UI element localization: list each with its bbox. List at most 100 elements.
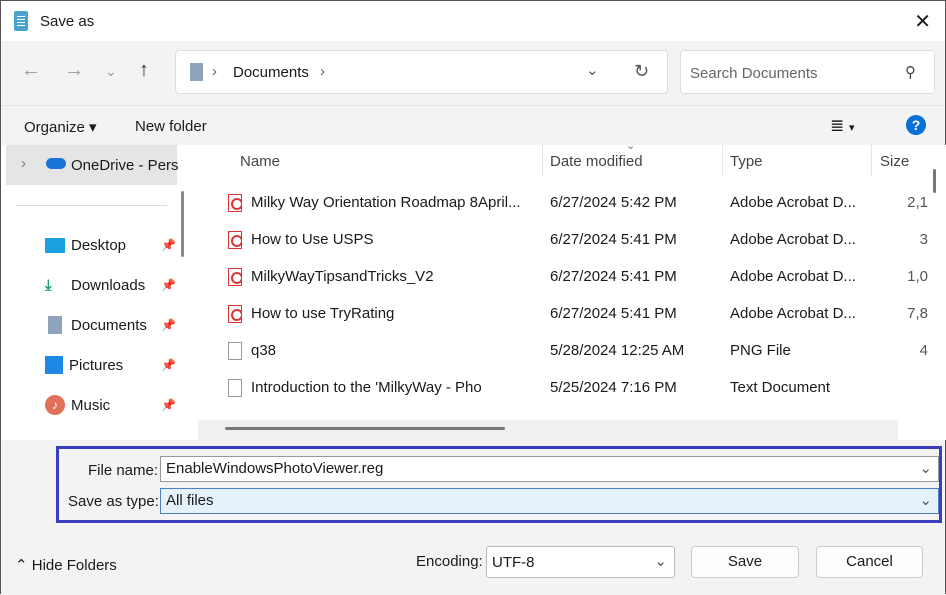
chevron-right-icon: › [212, 63, 217, 80]
refresh-icon[interactable]: ↻ [634, 61, 649, 82]
file-name: q38 [251, 342, 277, 359]
sidebar-item-label: Pictures [69, 356, 124, 374]
desktop-icon [45, 237, 65, 253]
sort-chevron-icon: ⌄ [626, 145, 636, 152]
column-header-type[interactable]: Type [730, 153, 763, 170]
pdf-file-icon [228, 268, 242, 286]
hide-folders-button[interactable]: ⌃ Hide Folders [15, 556, 117, 574]
close-button[interactable]: ✕ [914, 9, 931, 34]
file-type: Adobe Acrobat D... [730, 268, 856, 285]
pictures-icon [45, 356, 63, 374]
file-row[interactable]: How to Use USPS 6/27/2024 5:41 PM Adobe … [198, 221, 928, 258]
vertical-scrollbar-thumb[interactable] [933, 169, 936, 193]
title-bar: Save as ✕ [1, 1, 945, 41]
save-form: File name: EnableWindowsPhotoViewer.reg ⌄… [1, 440, 945, 595]
file-name-input[interactable]: EnableWindowsPhotoViewer.reg ⌄ [160, 456, 939, 482]
file-name: How to Use USPS [251, 231, 374, 248]
file-name: MilkyWayTipsandTricks_V2 [251, 268, 434, 285]
horizontal-scrollbar-thumb[interactable] [225, 427, 505, 430]
highlight-box: File name: EnableWindowsPhotoViewer.reg ⌄… [56, 446, 942, 523]
organize-label: Organize [24, 119, 85, 136]
organize-button[interactable]: Organize ▾ [24, 118, 97, 136]
file-date: 6/27/2024 5:42 PM [550, 194, 677, 211]
file-date: 5/28/2024 12:25 AM [550, 342, 685, 359]
chevron-up-icon: ⌃ [15, 557, 28, 574]
encoding-value: UTF-8 [492, 554, 535, 571]
file-name: Milky Way Orientation Roadmap 8April... [251, 194, 521, 211]
file-row[interactable]: How to use TryRating 6/27/2024 5:41 PM A… [198, 295, 928, 332]
chevron-down-icon[interactable]: ⌄ [586, 61, 599, 79]
sidebar-item-pictures[interactable]: Pictures 📌 [45, 350, 180, 380]
column-header-size[interactable]: Size [880, 153, 909, 170]
sidebar-item-desktop[interactable]: Desktop 📌 [45, 230, 180, 260]
save-button[interactable]: Save [691, 546, 799, 578]
file-name-value: EnableWindowsPhotoViewer.reg [166, 460, 384, 477]
sidebar-item-onedrive[interactable]: › OneDrive - Pers [6, 145, 179, 185]
new-folder-button[interactable]: New folder [135, 118, 207, 135]
column-header-name[interactable]: Name [240, 153, 280, 170]
music-icon: ♪ [45, 395, 65, 415]
back-button[interactable]: ← [21, 59, 41, 82]
file-size: 1,0 [907, 268, 928, 285]
pin-icon: 📌 [161, 318, 176, 332]
search-placeholder: Search Documents [690, 65, 818, 82]
hide-folders-label: Hide Folders [31, 557, 117, 574]
text-file-icon [228, 379, 242, 397]
help-button[interactable]: ? [906, 115, 926, 135]
up-button[interactable]: ↑ [139, 59, 149, 82]
encoding-select[interactable]: UTF-8 ⌄ [486, 546, 675, 578]
file-date: 5/25/2024 7:16 PM [550, 379, 677, 396]
file-type: Adobe Acrobat D... [730, 305, 856, 322]
file-list: Name ⌄ Date modified Type Size Milky Way… [198, 145, 946, 440]
onedrive-icon [46, 158, 66, 169]
file-size: 7,8 [907, 305, 928, 322]
chevron-right-icon[interactable]: › [320, 63, 325, 80]
file-date: 6/27/2024 5:41 PM [550, 268, 677, 285]
file-size: 4 [919, 342, 928, 359]
pin-icon: 📌 [161, 398, 176, 412]
column-header-date[interactable]: Date modified [550, 153, 643, 170]
sidebar-item-label: Documents [71, 316, 147, 334]
view-options-button[interactable]: ≣ ▾ [830, 116, 855, 136]
sidebar-item-downloads[interactable]: ⤓ Downloads 📌 [45, 270, 180, 300]
navigation-bar: ← → ⌄ ↑ › Documents › ⌄ ↻ Search Documen… [1, 41, 945, 105]
sidebar-item-label: Desktop [71, 236, 127, 254]
sidebar-item-music[interactable]: ♪ Music 📌 [45, 390, 180, 420]
divider [16, 205, 167, 206]
forward-button[interactable]: → [64, 59, 84, 82]
navigation-pane: › OneDrive - Pers Desktop 📌 ⤓ Downloads 📌 D… [1, 145, 198, 440]
horizontal-scrollbar-track [198, 420, 898, 440]
cancel-button[interactable]: Cancel [816, 546, 923, 578]
file-type: Adobe Acrobat D... [730, 194, 856, 211]
file-name-label: File name: [88, 462, 159, 479]
notepad-icon [14, 11, 28, 31]
file-type: Text Document [730, 379, 831, 396]
file-name: Introduction to the 'MilkyWay - Pho [251, 379, 482, 396]
file-row[interactable]: Introduction to the 'MilkyWay - Pho 5/25… [198, 369, 898, 406]
save-as-type-label: Save as type: [68, 493, 159, 510]
sidebar-item-label: Music [71, 396, 111, 414]
sidebar-scrollbar[interactable] [181, 191, 184, 257]
encoding-label: Encoding: [416, 553, 483, 570]
chevron-down-icon[interactable]: ⌄ [919, 459, 932, 477]
pin-icon: 📌 [161, 358, 176, 372]
file-row[interactable]: MilkyWayTipsandTricks_V2 6/27/2024 5:41 … [198, 258, 928, 295]
file-row[interactable]: q38 5/28/2024 12:25 AM PNG File 4 [198, 332, 928, 369]
address-bar[interactable]: › Documents › ⌄ ↻ [175, 50, 668, 94]
search-icon: ⚲ [905, 64, 916, 81]
image-file-icon [228, 342, 242, 360]
sidebar-item-documents[interactable]: Documents 📌 [45, 310, 180, 340]
dialog-title: Save as [40, 12, 95, 30]
search-input[interactable]: Search Documents ⚲ [680, 50, 935, 94]
file-name: How to use TryRating [251, 305, 395, 322]
file-row[interactable]: Milky Way Orientation Roadmap 8April... … [198, 184, 928, 221]
chevron-down-icon: ⌄ [919, 492, 932, 509]
save-as-type-select[interactable]: All files ⌄ [160, 488, 939, 514]
pdf-file-icon [228, 194, 242, 212]
breadcrumb-documents[interactable]: Documents [233, 64, 309, 81]
file-size: 3 [919, 231, 928, 248]
recent-locations-button[interactable]: ⌄ [105, 63, 117, 80]
chevron-right-icon[interactable]: › [21, 155, 26, 172]
pdf-file-icon [228, 305, 242, 323]
file-type: Adobe Acrobat D... [730, 231, 856, 248]
